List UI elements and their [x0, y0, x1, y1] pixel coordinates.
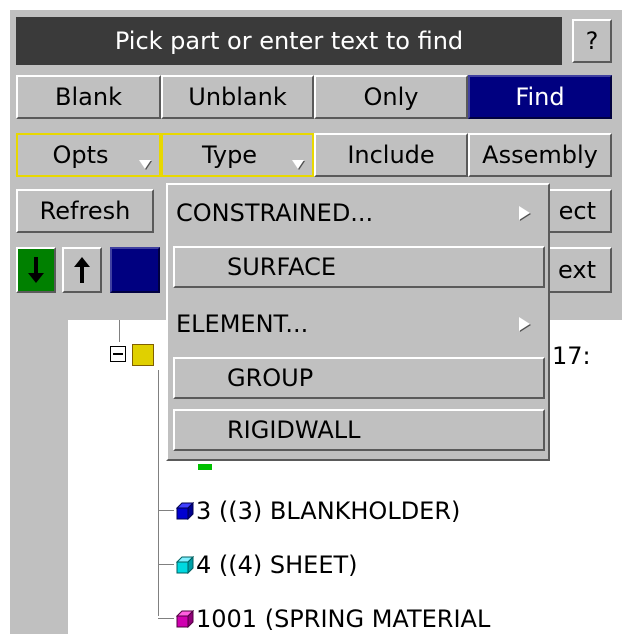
blank-label: Blank	[55, 83, 122, 111]
menu-item-group[interactable]: GROUP	[173, 357, 545, 399]
menu-item-label: CONSTRAINED...	[176, 199, 374, 227]
assembly-label: Assembly	[482, 141, 598, 169]
arrow-up-icon	[74, 257, 90, 283]
menu-item-rigidwall[interactable]: RIGIDWALL	[173, 409, 545, 451]
cube-icon	[176, 610, 194, 628]
tree-line	[158, 618, 174, 619]
submenu-arrow-icon	[519, 317, 530, 331]
unblank-button[interactable]: Unblank	[161, 75, 314, 119]
cube-icon	[176, 502, 194, 520]
tree-item[interactable]: 4 ((4) SHEET)	[176, 550, 358, 580]
type-dropdown[interactable]: Type	[161, 133, 314, 177]
menu-item-label: SURFACE	[227, 253, 336, 281]
only-label: Only	[363, 83, 419, 111]
panel-title-text: Pick part or enter text to find	[114, 27, 464, 55]
color-swatch-button[interactable]	[110, 247, 160, 293]
move-up-button[interactable]	[62, 247, 102, 293]
tree-line	[158, 510, 174, 511]
tree-item[interactable]: 1001 (SPRING MATERIAL	[176, 604, 490, 634]
tree-item-label: 3 ((3) BLANKHOLDER)	[196, 497, 461, 525]
blank-button[interactable]: Blank	[16, 75, 161, 119]
tree-item-label: 4 ((4) SHEET)	[196, 551, 358, 579]
submenu-arrow-icon	[519, 206, 530, 220]
assembly-button[interactable]: Assembly	[468, 133, 612, 177]
type-label: Type	[201, 141, 258, 169]
find-label: Find	[515, 83, 565, 111]
dropdown-triangle-icon	[292, 160, 304, 169]
only-button[interactable]: Only	[314, 75, 468, 119]
unblank-label: Unblank	[188, 83, 287, 111]
tree-line	[119, 320, 120, 342]
arrow-down-icon	[28, 257, 44, 283]
menu-item-constrained[interactable]: CONSTRAINED...	[172, 192, 544, 234]
menu-item-label: GROUP	[227, 364, 314, 392]
cube-icon	[198, 464, 212, 470]
menu-item-label: ELEMENT...	[176, 310, 309, 338]
select-label: ect	[558, 197, 596, 225]
panel-title: Pick part or enter text to find	[16, 17, 562, 65]
refresh-button[interactable]: Refresh	[16, 189, 154, 233]
type-menu: CONSTRAINED... SURFACE ELEMENT... GROUP …	[166, 183, 550, 461]
refresh-label: Refresh	[39, 197, 131, 225]
include-label: Include	[347, 141, 435, 169]
opts-label: Opts	[52, 141, 109, 169]
cube-icon	[176, 556, 194, 574]
menu-item-label: RIGIDWALL	[227, 416, 361, 444]
collapse-icon[interactable]	[110, 346, 126, 362]
tree-root-suffix: 17:	[552, 342, 591, 370]
folder-icon	[132, 344, 154, 366]
tree-root-label: 17:	[552, 342, 591, 370]
tree-line	[158, 564, 174, 565]
dropdown-triangle-icon	[139, 160, 151, 169]
include-button[interactable]: Include	[314, 133, 468, 177]
find-button[interactable]: Find	[468, 75, 612, 119]
tree-item-label: 1001 (SPRING MATERIAL	[196, 605, 491, 633]
menu-item-element[interactable]: ELEMENT...	[172, 303, 544, 345]
help-button[interactable]: ?	[572, 19, 612, 63]
help-button-label: ?	[585, 27, 599, 55]
opts-dropdown[interactable]: Opts	[16, 133, 161, 177]
next-label: ext	[558, 256, 596, 284]
menu-item-surface[interactable]: SURFACE	[173, 246, 545, 288]
tree-item[interactable]: 3 ((3) BLANKHOLDER)	[176, 496, 460, 526]
move-down-button[interactable]	[16, 247, 56, 293]
tree-line	[158, 370, 159, 616]
